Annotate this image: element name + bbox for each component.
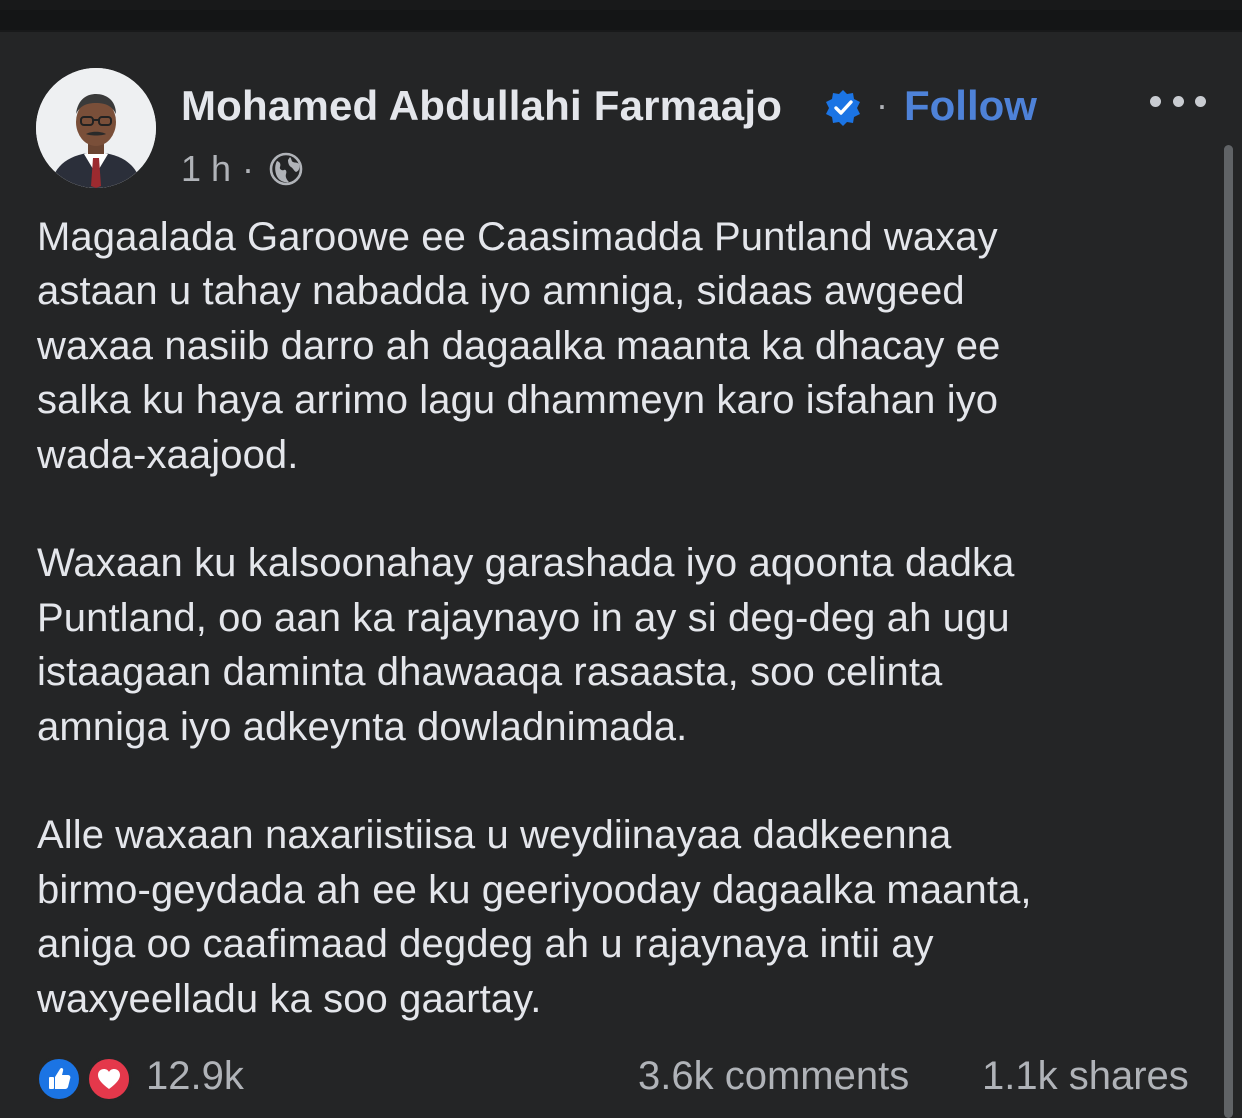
post-timestamp[interactable]: 1 h <box>181 148 231 190</box>
scrollbar[interactable] <box>1224 145 1233 1118</box>
like-icon <box>36 1056 82 1102</box>
reaction-icons[interactable] <box>36 1056 136 1102</box>
top-divider <box>0 10 1242 30</box>
author-name[interactable]: Mohamed Abdullahi Farmaajo <box>181 82 782 130</box>
shares-count[interactable]: 1.1k shares <box>982 1054 1189 1099</box>
name-separator: · <box>876 84 888 125</box>
top-bar <box>0 0 1242 10</box>
more-dot <box>1150 95 1161 107</box>
love-icon <box>86 1056 132 1102</box>
more-dot <box>1195 95 1206 107</box>
post-card: Mohamed Abdullahi Farmaajo · Follow 1 h … <box>0 32 1242 1118</box>
reaction-count[interactable]: 12.9k <box>146 1054 244 1099</box>
more-dot <box>1172 95 1184 107</box>
post-body-text: Magaalada Garoowe ee Caasimadda Puntland… <box>37 215 1032 1021</box>
comments-count[interactable]: 3.6k comments <box>638 1054 909 1099</box>
globe-icon[interactable] <box>268 151 304 187</box>
verified-badge-icon <box>826 90 860 126</box>
follow-button[interactable]: Follow <box>904 82 1037 130</box>
meta-separator: · <box>242 148 254 189</box>
author-avatar[interactable] <box>36 68 156 188</box>
more-options-icon[interactable] <box>1150 86 1206 116</box>
